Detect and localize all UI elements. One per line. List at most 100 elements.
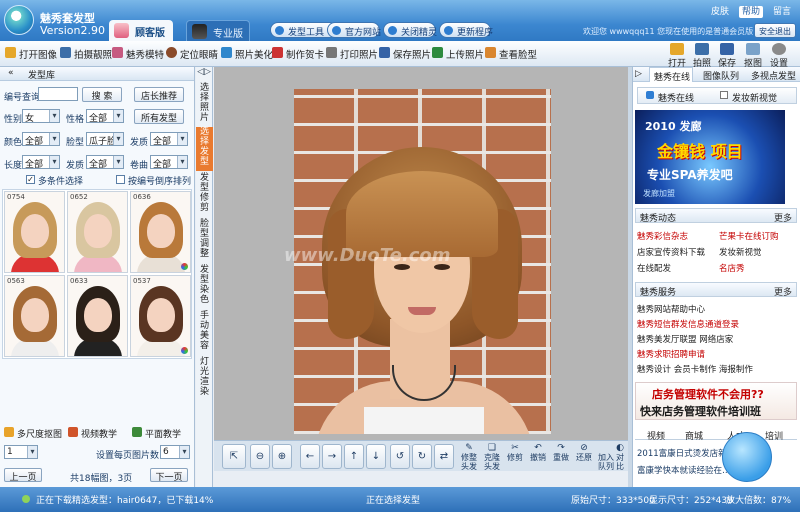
news-link[interactable]: 名店秀 [719,262,745,274]
length-select[interactable]: 全部 [22,155,60,169]
training-ad[interactable]: 店务管理软件不会用?? 快来店务管理软件培训班 [635,382,797,420]
compare-button[interactable]: ◐ 对比 [613,444,627,471]
more-link[interactable]: 更多 [774,285,792,298]
arrow-left-button[interactable]: ← [300,444,320,469]
redo-button[interactable]: ↷ 重做 [550,444,572,463]
service-link[interactable]: 魅秀设计 会员卡制作 海报制作 [637,363,753,375]
gender-select[interactable]: 女 [22,109,60,123]
prev-page-button[interactable]: 上一页 [4,468,42,483]
view-face-shape-button[interactable]: 查看脸型 [485,47,537,61]
arrow-down-button[interactable]: ↓ [366,444,386,469]
settings-button[interactable]: 设置 [768,43,790,69]
zoom-in-button[interactable]: ⊕ [272,444,292,469]
news-link[interactable]: 发妆新视觉 [719,246,762,258]
subtab-online[interactable]: 魅秀在线 [658,91,694,104]
rotate-right-button[interactable]: ↻ [412,444,432,469]
training-link[interactable]: 富康学快本就读经验在… [637,464,731,476]
hairstyle-thumb[interactable]: 0754 [4,191,65,273]
face-shape-select[interactable]: 瓜子脸 [86,132,124,146]
arrow-right-button[interactable]: → [322,444,342,469]
message-link[interactable]: 留言 [770,6,794,18]
service-link[interactable]: 魅秀短信群发信息通道登录 [637,318,739,330]
tab-video[interactable]: 视频 [647,429,665,442]
multi-scale-cutout-link[interactable]: 多尺度抠图 [4,427,62,440]
greeting-card-button[interactable]: 制作贺卡 [272,47,324,61]
tab-multi-view[interactable]: 多视点发型 [751,67,796,82]
locate-eyes-button[interactable]: 定位眼睛 [166,47,218,61]
tab-training[interactable]: 培训 [765,429,783,442]
save-button[interactable]: 保存 [716,43,738,69]
tab-mall[interactable]: 商城 [685,429,703,442]
cutout-button[interactable]: 抠图 [742,43,764,69]
undo-button[interactable]: ↶ 撤销 [527,444,549,463]
training-link[interactable]: 2011富康日式烫发店新… [637,447,735,459]
code-input[interactable] [38,87,78,101]
trim-hair-button[interactable]: ✎ 修整头发 [458,444,480,472]
collapse-icon[interactable]: ▷ [635,67,642,82]
photo-beautify-button[interactable]: 照片美化 [221,47,273,61]
all-styles-button[interactable]: 所有发型 [134,109,184,124]
print-photo-button[interactable]: 打印照片 [326,47,378,61]
camera-button[interactable]: 拍照 [691,43,713,69]
chevron-left-icon[interactable]: ◁▷ [196,67,212,77]
search-button[interactable]: 搜 索 [82,87,122,102]
save-photo-button[interactable]: 保存照片 [379,47,431,61]
color-select[interactable]: 全部 [22,132,60,146]
more-link[interactable]: 更多 [774,211,792,224]
tab-pro-edition[interactable]: 专业版 [186,20,250,41]
step-face-adjust[interactable]: 脸型调整 [196,219,213,263]
take-photo-button[interactable]: 拍摄靓照 [60,47,112,61]
hairstyle-thumb[interactable]: 0633 [67,275,128,357]
restore-button[interactable]: ⊘ 还原 [573,444,595,463]
service-link[interactable]: 魅秀求职招聘申请 [637,348,705,360]
step-hair-trim[interactable]: 发型修剪 [196,173,213,217]
mascot-icon[interactable] [722,432,772,482]
curl-select[interactable]: 全部 [150,155,188,169]
news-link[interactable]: 芒果卡在线订购 [719,230,779,242]
news-link[interactable]: 在线配发 [637,262,671,274]
page-select[interactable]: 1 [4,445,38,459]
service-link[interactable]: 魅秀美发厅联盟 网络店家 [637,333,733,345]
personality-select[interactable]: 全部 [86,109,124,123]
service-link[interactable]: 魅秀网站帮助中心 [637,303,705,315]
flip-button[interactable]: ⇄ [434,444,454,469]
step-select-photo[interactable]: 选择照片 [196,83,213,125]
tab-online[interactable]: 魅秀在线 [649,67,693,83]
exit-button[interactable]: 安全退出 [754,23,796,38]
step-hair-dye[interactable]: 发型染色 [196,265,213,309]
step-select-hairstyle[interactable]: 选择发型 [196,127,213,171]
upload-photo-button[interactable]: 上传照片 [432,47,484,61]
news-link[interactable]: 店家宣传资料下载 [637,246,705,258]
arrow-up-button[interactable]: ↑ [344,444,364,469]
tab-image-queue[interactable]: 图像队列 [703,67,739,82]
model-button[interactable]: 魅秀模特 [112,47,164,61]
select-tool-button[interactable]: ⇱ [222,444,246,469]
print-tutorial-link[interactable]: 平面教学 [132,427,181,440]
help-link[interactable]: 帮助 [738,6,763,18]
clone-hair-button[interactable]: ❏ 克隆头发 [481,444,503,472]
hair-quality-select[interactable]: 全部 [150,132,188,146]
collapse-icon[interactable]: « [8,68,14,78]
hairstyle-thumb[interactable]: 0652 [67,191,128,273]
sort-desc-checkbox[interactable] [116,175,125,184]
video-tutorial-link[interactable]: 视频教学 [68,427,117,440]
official-site-button[interactable]: 官方网站 [327,22,381,38]
hairstyle-thumb[interactable]: 0636 [130,191,191,273]
subtab-new-vision[interactable]: 发妆新视觉 [732,91,777,104]
update-button[interactable]: 更新程序 [439,22,493,38]
cut-button[interactable]: ✂ 修剪 [504,444,526,463]
hairstyle-thumb[interactable]: 0563 [4,275,65,357]
photo-canvas[interactable]: www.DuoTe.com [214,67,628,440]
rotate-left-button[interactable]: ↺ [390,444,410,469]
step-lighting[interactable]: 灯光渲染 [196,357,213,401]
multi-select-checkbox[interactable]: ✓ [26,175,35,184]
next-page-button[interactable]: 下一页 [150,468,188,483]
tab-guest-edition[interactable]: 顾客版 [109,20,173,41]
step-manual-beauty[interactable]: 手动美容 [196,311,213,355]
zoom-out-button[interactable]: ⊖ [250,444,270,469]
close-sprite-button[interactable]: 关闭精灵 [383,22,437,38]
hairstyle-thumb[interactable]: 0537 [130,275,191,357]
texture-select[interactable]: 全部 [86,155,124,169]
recommend-button[interactable]: 店长推荐 [134,87,184,102]
promo-banner[interactable]: 2010 发廊 金镶钱 项目 专业SPA养发吧 发廊加盟 [635,110,785,204]
